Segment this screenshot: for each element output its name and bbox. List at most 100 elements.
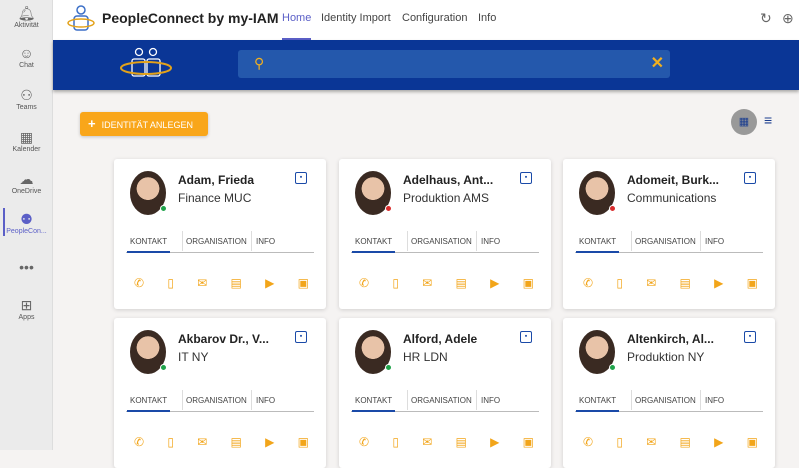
phone-icon[interactable]: ✆	[134, 276, 144, 290]
mobile-icon[interactable]: ▯	[616, 435, 623, 449]
calendar-icon[interactable]: ▣	[298, 276, 309, 290]
tab-divider	[631, 231, 632, 251]
identity-card[interactable]: Alford, Adele HR LDN ▪ KONTAKT ORGANISAT…	[339, 318, 551, 468]
phone-icon[interactable]: ✆	[134, 435, 144, 449]
tab-info[interactable]: Info	[478, 12, 496, 24]
mobile-icon[interactable]: ▯	[616, 276, 623, 290]
tab-info[interactable]: INFO	[256, 396, 275, 405]
contact-card-icon[interactable]: ▪	[295, 331, 307, 343]
cloud-icon: ☁	[19, 171, 34, 187]
video-icon[interactable]: ▶	[714, 435, 723, 449]
tab-kontakt[interactable]: KONTAKT	[126, 237, 171, 253]
tab-kontakt[interactable]: KONTAKT	[351, 237, 396, 253]
chat-icon[interactable]: ▤	[456, 276, 467, 290]
peopleconnect-logo	[67, 5, 95, 31]
mail-icon[interactable]: ✉	[422, 435, 432, 449]
video-icon[interactable]: ▶	[490, 435, 499, 449]
chat-icon[interactable]: ▤	[456, 435, 467, 449]
sidebar-item-teams[interactable]: ⚇ Teams	[0, 86, 53, 111]
chat-icon[interactable]: ▤	[680, 435, 691, 449]
tab-organisation[interactable]: ORGANISATION	[411, 237, 472, 246]
identity-card[interactable]: Adelhaus, Ant... Produktion AMS ▪ KONTAK…	[339, 159, 551, 309]
clear-search-icon[interactable]: ✕	[651, 53, 664, 73]
tab-organisation[interactable]: ORGANISATION	[635, 237, 696, 246]
tab-identity-import[interactable]: Identity Import	[321, 12, 391, 24]
tab-info[interactable]: INFO	[256, 237, 275, 246]
contact-card-icon[interactable]: ▪	[295, 172, 307, 184]
identity-card[interactable]: Adam, Frieda Finance MUC ▪ KONTAKT ORGAN…	[114, 159, 326, 309]
grid-view-button[interactable]: ▦	[731, 109, 757, 135]
list-view-button[interactable]: ≡	[764, 112, 772, 128]
contact-actions: ✆ ▯ ✉ ▤ ▶ ▣	[583, 435, 758, 449]
tab-kontakt[interactable]: KONTAKT	[575, 396, 620, 412]
tab-home[interactable]: Home	[282, 12, 312, 40]
sidebar-item-apps[interactable]: ⊞ Apps	[0, 296, 53, 321]
mail-icon[interactable]: ✉	[197, 435, 207, 449]
identity-name: Alford, Adele	[403, 332, 478, 346]
video-icon[interactable]: ▶	[265, 276, 274, 290]
sidebar-item-[interactable]: •••	[0, 258, 53, 276]
tab-kontakt[interactable]: KONTAKT	[575, 237, 620, 253]
tab-organisation[interactable]: ORGANISATION	[635, 396, 696, 405]
phone-icon[interactable]: ✆	[583, 435, 593, 449]
mail-icon[interactable]: ✉	[646, 276, 656, 290]
add-identity-button[interactable]: + IDENTITÄT ANLEGEN	[80, 112, 208, 136]
refresh-icon[interactable]: ↻	[760, 10, 772, 27]
calendar-icon[interactable]: ▣	[523, 276, 534, 290]
mobile-icon[interactable]: ▯	[167, 276, 174, 290]
video-icon[interactable]: ▶	[490, 276, 499, 290]
sidebar-item-chat[interactable]: ☺ Chat	[0, 44, 53, 69]
mobile-icon[interactable]: ▯	[392, 435, 399, 449]
sidebar-item-label: Kalender	[12, 146, 41, 153]
tab-info[interactable]: INFO	[481, 396, 500, 405]
mobile-icon[interactable]: ▯	[167, 435, 174, 449]
tab-organisation[interactable]: ORGANISATION	[186, 396, 247, 405]
identity-department: Produktion AMS	[403, 191, 490, 205]
tab-info[interactable]: INFO	[705, 237, 724, 246]
calendar-icon[interactable]: ▣	[298, 435, 309, 449]
app-header: PeopleConnect by my-IAM Home Identity Im…	[53, 0, 799, 40]
tab-kontakt[interactable]: KONTAKT	[126, 396, 171, 412]
presence-status-online	[160, 364, 167, 371]
identity-department: Communications	[627, 191, 717, 205]
identity-card[interactable]: Altenkirch, Al... Produktion NY ▪ KONTAK…	[563, 318, 775, 468]
mobile-icon[interactable]: ▯	[392, 276, 399, 290]
tab-kontakt[interactable]: KONTAKT	[351, 396, 396, 412]
calendar-icon[interactable]: ▣	[747, 276, 758, 290]
tab-info[interactable]: INFO	[705, 396, 724, 405]
contact-card-icon[interactable]: ▪	[744, 172, 756, 184]
mail-icon[interactable]: ✉	[422, 276, 432, 290]
globe-icon[interactable]: ⊕	[782, 10, 794, 27]
tab-organisation[interactable]: ORGANISATION	[186, 237, 247, 246]
chat-icon[interactable]: ▤	[231, 435, 242, 449]
contact-card-icon[interactable]: ▪	[520, 331, 532, 343]
video-icon[interactable]: ▶	[265, 435, 274, 449]
sidebar-item-onedrive[interactable]: ☁ OneDrive	[0, 170, 53, 195]
phone-icon[interactable]: ✆	[359, 276, 369, 290]
tab-divider	[631, 390, 632, 410]
calendar-icon[interactable]: ▣	[747, 435, 758, 449]
phone-icon[interactable]: ✆	[359, 435, 369, 449]
teams-icon: ⚇	[20, 87, 33, 103]
video-icon[interactable]: ▶	[714, 276, 723, 290]
mail-icon[interactable]: ✉	[646, 435, 656, 449]
search-input[interactable]: ⚲ ✕	[238, 50, 670, 78]
identity-card[interactable]: Adomeit, Burk... Communications ▪ KONTAK…	[563, 159, 775, 309]
tab-organisation[interactable]: ORGANISATION	[411, 396, 472, 405]
sidebar-item-aktivität[interactable]: 🔔︎ Aktivität	[0, 4, 53, 29]
presence-status-online	[385, 364, 392, 371]
contact-card-icon[interactable]: ▪	[520, 172, 532, 184]
app-title: PeopleConnect by my-IAM	[102, 10, 279, 26]
identity-card[interactable]: Akbarov Dr., V... IT NY ▪ KONTAKT ORGANI…	[114, 318, 326, 468]
chat-icon[interactable]: ▤	[231, 276, 242, 290]
sidebar-item-label: Teams	[16, 104, 37, 111]
sidebar-item-peoplecon[interactable]: ⚉ PeopleCon...	[0, 208, 53, 236]
tab-info[interactable]: INFO	[481, 237, 500, 246]
chat-icon[interactable]: ▤	[680, 276, 691, 290]
phone-icon[interactable]: ✆	[583, 276, 593, 290]
sidebar-item-kalender[interactable]: ▦ Kalender	[0, 128, 53, 153]
calendar-icon[interactable]: ▣	[523, 435, 534, 449]
contact-card-icon[interactable]: ▪	[744, 331, 756, 343]
mail-icon[interactable]: ✉	[197, 276, 207, 290]
tab-configuration[interactable]: Configuration	[402, 12, 467, 24]
